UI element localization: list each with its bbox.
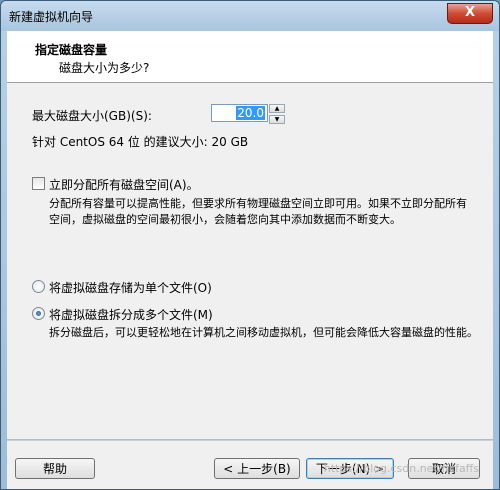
recommended-size-text: 针对 CentOS 64 位 的建议大小: 20 GB (32, 135, 249, 149)
wizard-footer: 帮助 < 上一步(B) 下一步(N) > 取消 https://blog.csd… (7, 440, 493, 489)
allocate-description: 分配所有容量可以提高性能，但要求所有物理磁盘空间立即可用。如果不立即分配所有空间… (49, 197, 467, 226)
page-title: 指定磁盘容量 (35, 43, 108, 57)
multi-file-description: 拆分磁盘后，可以更轻松地在计算机之间移动虚拟机，但可能会降低大容量磁盘的性能。 (49, 326, 478, 339)
multi-file-label[interactable]: 将虚拟磁盘拆分成多个文件(M) (49, 306, 213, 323)
page-subtitle: 磁盘大小为多少? (59, 61, 150, 75)
stepper-up-icon[interactable]: ▲ (269, 104, 285, 113)
multi-file-radio[interactable] (32, 307, 45, 320)
single-file-label[interactable]: 将虚拟磁盘存储为单个文件(O) (49, 279, 212, 296)
allocate-now-label[interactable]: 立即分配所有磁盘空间(A)。 (49, 176, 199, 193)
wizard-window: 新建虚拟机向导 X 指定磁盘容量 磁盘大小为多少? 最大磁盘大小(GB)(S):… (0, 0, 500, 490)
disk-size-stepper[interactable]: 20.0 ▲ ▼ (211, 104, 287, 124)
stepper-buttons: ▲ ▼ (269, 104, 285, 124)
window-title: 新建虚拟机向导 (9, 10, 94, 24)
radio-selected-dot (36, 311, 41, 316)
allocate-now-checkbox[interactable] (32, 177, 45, 190)
help-button[interactable]: 帮助 (15, 458, 95, 479)
title-bar[interactable]: 新建虚拟机向导 X (1, 1, 499, 31)
watermark-text: https://blog.csdn.net/ffcfaffs (323, 462, 479, 475)
stepper-down-icon[interactable]: ▼ (269, 115, 285, 124)
disk-size-value: 20.0 (236, 106, 265, 120)
disk-size-label: 最大磁盘大小(GB)(S): (32, 109, 152, 123)
wizard-header: 指定磁盘容量 磁盘大小为多少? (7, 31, 493, 83)
close-button[interactable]: X (447, 3, 493, 24)
back-button[interactable]: < 上一步(B) (214, 458, 300, 479)
wizard-content: 最大磁盘大小(GB)(S): 20.0 ▲ ▼ 针对 CentOS 64 位 的… (7, 83, 493, 439)
single-file-radio[interactable] (32, 280, 45, 293)
disk-size-input[interactable]: 20.0 (211, 104, 268, 122)
